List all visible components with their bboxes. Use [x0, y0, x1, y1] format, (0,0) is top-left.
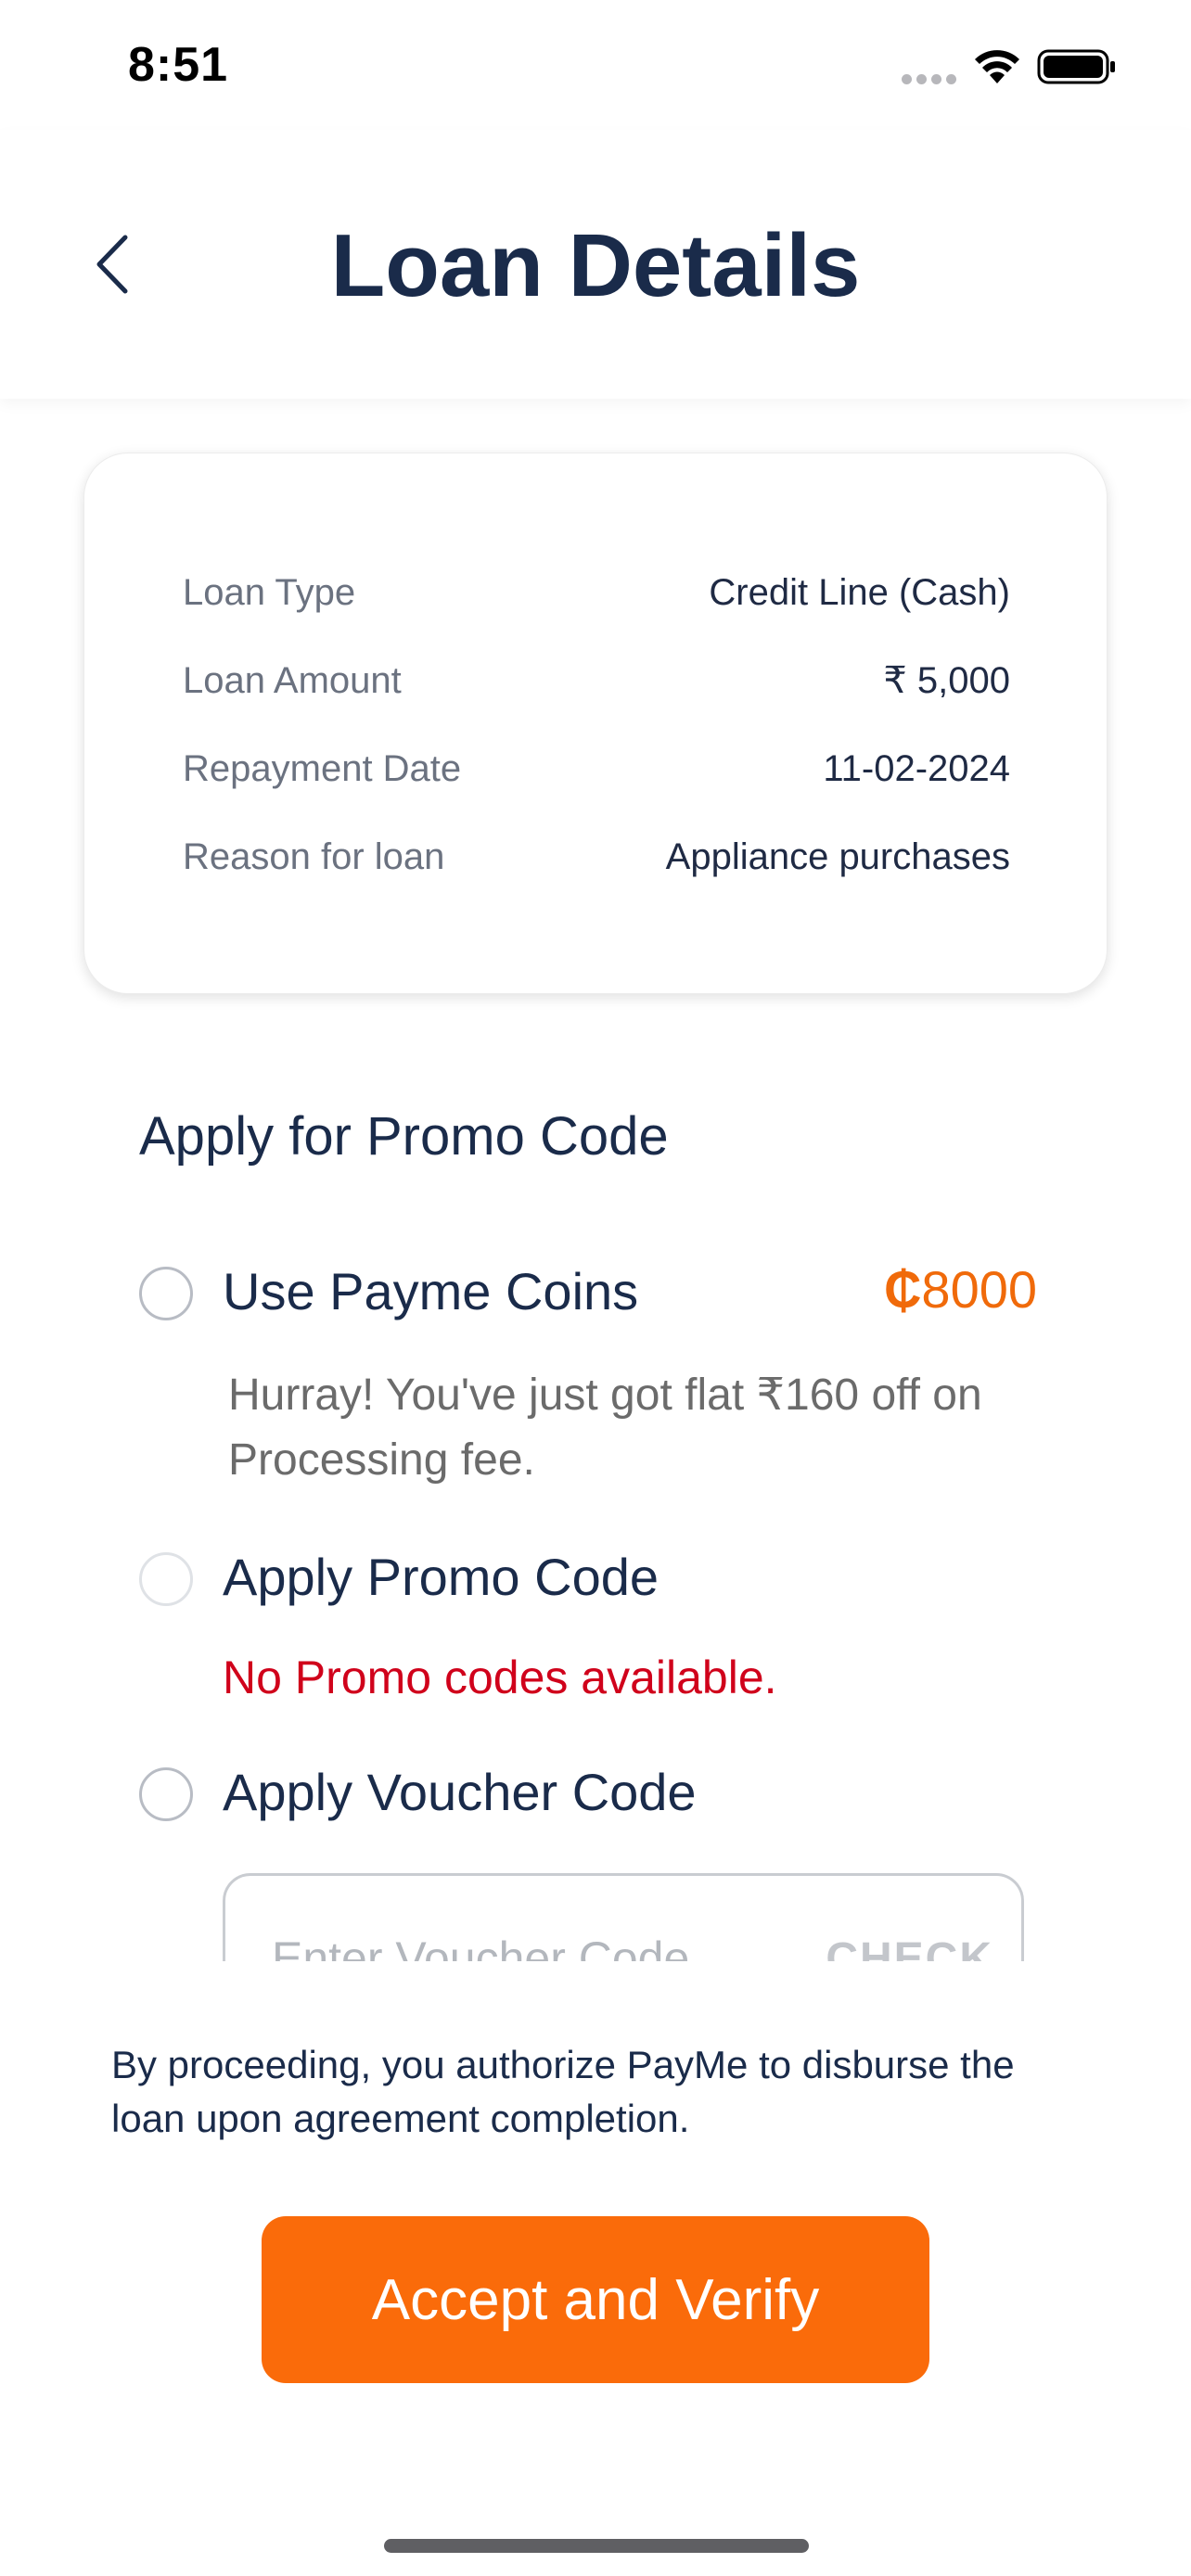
- page-title: Loan Details: [330, 216, 861, 315]
- voucher-field-container: CHECK: [0, 1864, 1191, 1961]
- apply-promo-code-option[interactable]: Apply Promo Code: [139, 1539, 1067, 1613]
- coins-option-label: Use Payme Coins: [223, 1262, 639, 1320]
- coin-currency-symbol: ₵: [883, 1260, 922, 1319]
- promo-code-option-label: Apply Promo Code: [223, 1548, 660, 1606]
- detail-row-loan-type: Loan Type Credit Line (Cash): [183, 565, 1010, 620]
- detail-label: Loan Amount: [183, 659, 402, 701]
- wifi-icon: [975, 50, 1019, 83]
- detail-label: Loan Type: [183, 571, 356, 613]
- authorization-notice: By proceeding, you authorize PayMe to di…: [111, 2043, 1015, 2140]
- coin-amount: 8000: [921, 1260, 1037, 1319]
- status-time: 8:51: [128, 38, 229, 92]
- cellular-signal-icon: [902, 74, 957, 85]
- check-button[interactable]: CHECK: [826, 1933, 993, 1961]
- detail-value: 11-02-2024: [823, 747, 1010, 789]
- detail-label: Repayment Date: [183, 747, 462, 789]
- voucher-field: CHECK: [223, 1873, 1024, 1961]
- battery-icon: [1037, 49, 1115, 84]
- detail-label: Reason for loan: [183, 835, 445, 877]
- detail-row-loan-amount: Loan Amount ₹ 5,000: [183, 653, 1010, 708]
- accept-and-verify-button[interactable]: Accept and Verify: [262, 2216, 929, 2383]
- detail-value: ₹ 5,000: [883, 660, 1010, 701]
- coins-balance: ₵8000: [884, 1259, 1037, 1320]
- header: Loan Details: [0, 130, 1191, 399]
- loan-details-card: Loan Type Credit Line (Cash) Loan Amount…: [83, 453, 1108, 994]
- detail-value: Credit Line (Cash): [709, 571, 1010, 613]
- apply-voucher-code-option[interactable]: Apply Voucher Code: [139, 1754, 1067, 1829]
- status-bar: 8:51: [0, 0, 1191, 130]
- detail-row-repayment-date: Repayment Date 11-02-2024: [183, 741, 1010, 797]
- coins-benefit-text: Hurray! You've just got flat ₹160 off on…: [228, 1371, 982, 1485]
- detail-row-reason: Reason for loan Appliance purchases: [183, 829, 1010, 885]
- promo-heading: Apply for Promo Code: [139, 1106, 669, 1167]
- coins-radio[interactable]: [139, 1267, 193, 1320]
- voucher-input[interactable]: [272, 1932, 791, 1961]
- promo-code-radio[interactable]: [139, 1552, 193, 1606]
- voucher-option-label: Apply Voucher Code: [223, 1763, 697, 1821]
- voucher-radio[interactable]: [139, 1767, 193, 1821]
- detail-value: Appliance purchases: [665, 835, 1010, 877]
- no-promo-message: No Promo codes available.: [223, 1651, 777, 1703]
- home-indicator: [384, 2539, 809, 2553]
- use-payme-coins-option[interactable]: Use Payme Coins ₵8000: [139, 1254, 1067, 1328]
